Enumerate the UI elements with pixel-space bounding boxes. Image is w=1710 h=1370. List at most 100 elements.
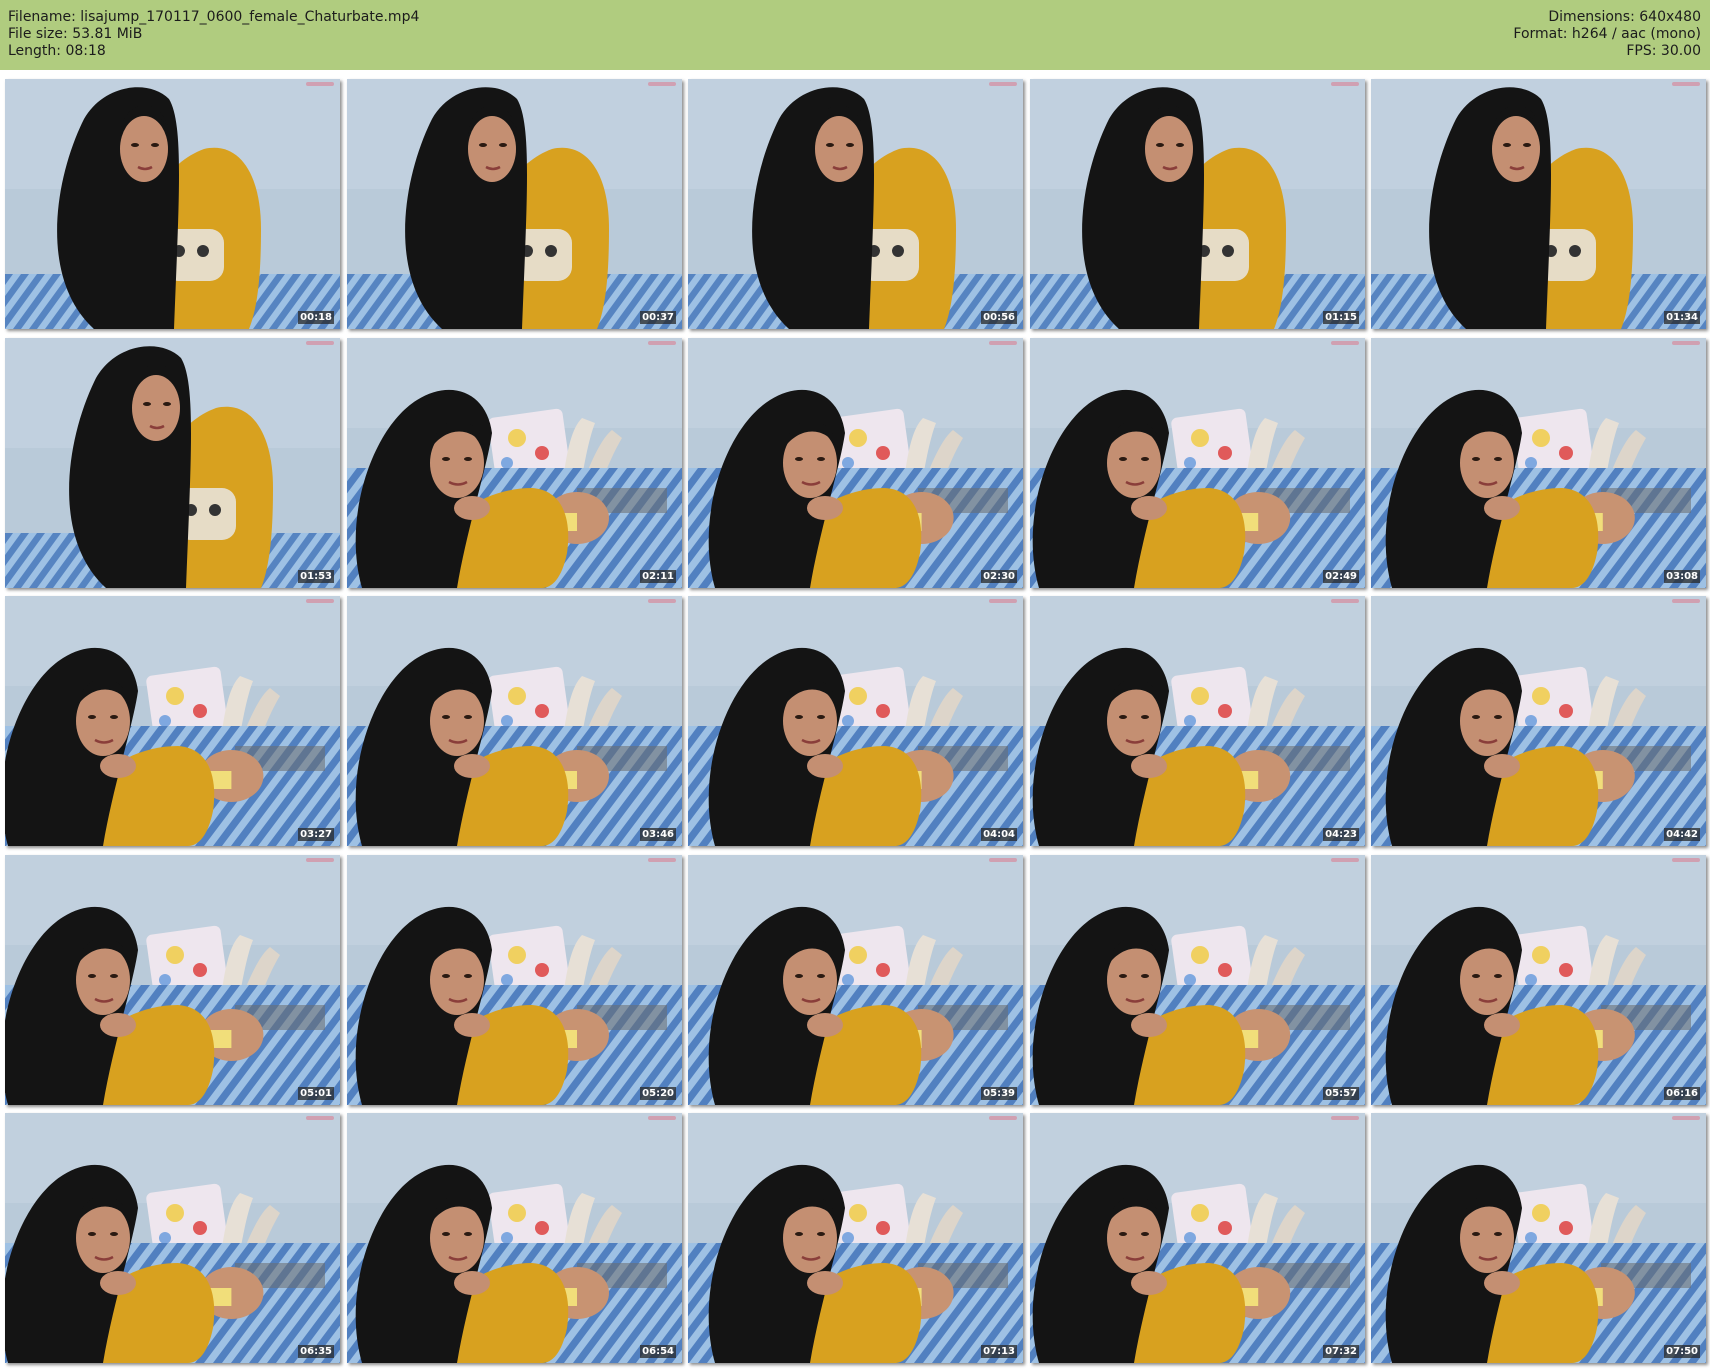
filename-text: Filename: lisajump_170117_0600_female_Ch… bbox=[8, 9, 420, 25]
timestamp-label: 05:01 bbox=[298, 1087, 334, 1100]
video-thumbnail[interactable]: 01:34 bbox=[1371, 79, 1706, 329]
frame-image bbox=[1030, 596, 1365, 846]
video-thumbnail[interactable]: 01:53 bbox=[5, 338, 340, 588]
watermark bbox=[648, 82, 676, 86]
stream-info: Dimensions: 640x480 Format: h264 / aac (… bbox=[1513, 9, 1701, 60]
video-thumbnail[interactable]: 03:46 bbox=[347, 596, 682, 846]
video-thumbnail[interactable]: 02:49 bbox=[1030, 338, 1365, 588]
watermark bbox=[648, 1116, 676, 1120]
timestamp-label: 03:27 bbox=[298, 828, 334, 841]
frame-image bbox=[5, 596, 340, 846]
frame-image bbox=[347, 855, 682, 1105]
video-thumbnail[interactable]: 03:08 bbox=[1371, 338, 1706, 588]
timestamp-label: 07:13 bbox=[981, 1345, 1017, 1358]
filesize-text: File size: 53.81 MiB bbox=[8, 26, 143, 42]
watermark bbox=[1331, 82, 1359, 86]
watermark bbox=[306, 82, 334, 86]
frame-image bbox=[1030, 855, 1365, 1105]
thumbnail-grid: 00:18 00:37 00:56 01:15 01:34 01:53 02:11 02:30… bbox=[5, 79, 1707, 1369]
timestamp-label: 05:57 bbox=[1323, 1087, 1359, 1100]
frame-image bbox=[688, 855, 1023, 1105]
video-thumbnail[interactable]: 01:15 bbox=[1030, 79, 1365, 329]
frame-image bbox=[688, 596, 1023, 846]
frame-image bbox=[5, 855, 340, 1105]
watermark bbox=[306, 599, 334, 603]
frame-image bbox=[688, 1113, 1023, 1363]
video-thumbnail[interactable]: 00:18 bbox=[5, 79, 340, 329]
timestamp-label: 05:20 bbox=[640, 1087, 676, 1100]
fps-text: FPS: 30.00 bbox=[1626, 43, 1701, 59]
timestamp-label: 01:34 bbox=[1664, 311, 1700, 324]
timestamp-label: 06:54 bbox=[640, 1345, 676, 1358]
video-thumbnail[interactable]: 07:50 bbox=[1371, 1113, 1706, 1363]
video-thumbnail[interactable]: 05:39 bbox=[688, 855, 1023, 1105]
frame-image bbox=[1371, 855, 1706, 1105]
frame-image bbox=[5, 79, 340, 329]
video-thumbnail[interactable]: 02:11 bbox=[347, 338, 682, 588]
frame-image bbox=[347, 79, 682, 329]
watermark bbox=[1331, 1116, 1359, 1120]
watermark bbox=[1672, 82, 1700, 86]
video-thumbnail[interactable]: 06:35 bbox=[5, 1113, 340, 1363]
frame-image bbox=[1371, 79, 1706, 329]
frame-image bbox=[347, 596, 682, 846]
watermark bbox=[1672, 1116, 1700, 1120]
timestamp-label: 02:11 bbox=[640, 570, 676, 583]
timestamp-label: 06:16 bbox=[1664, 1087, 1700, 1100]
frame-image bbox=[1371, 596, 1706, 846]
video-thumbnail[interactable]: 05:01 bbox=[5, 855, 340, 1105]
watermark bbox=[306, 341, 334, 345]
timestamp-label: 01:15 bbox=[1323, 311, 1359, 324]
timestamp-label: 02:49 bbox=[1323, 570, 1359, 583]
watermark bbox=[989, 82, 1017, 86]
length-text: Length: 08:18 bbox=[8, 43, 106, 59]
frame-image bbox=[5, 338, 340, 588]
frame-image bbox=[1030, 1113, 1365, 1363]
video-thumbnail[interactable]: 06:54 bbox=[347, 1113, 682, 1363]
frame-image bbox=[347, 1113, 682, 1363]
video-thumbnail[interactable]: 07:13 bbox=[688, 1113, 1023, 1363]
timestamp-label: 03:46 bbox=[640, 828, 676, 841]
watermark bbox=[1672, 341, 1700, 345]
video-thumbnail[interactable]: 06:16 bbox=[1371, 855, 1706, 1105]
watermark bbox=[306, 858, 334, 862]
timestamp-label: 00:56 bbox=[981, 311, 1017, 324]
watermark bbox=[989, 858, 1017, 862]
video-thumbnail[interactable]: 04:23 bbox=[1030, 596, 1365, 846]
info-header: Filename: lisajump_170117_0600_female_Ch… bbox=[0, 0, 1710, 70]
frame-image bbox=[1030, 338, 1365, 588]
timestamp-label: 03:08 bbox=[1664, 570, 1700, 583]
timestamp-label: 05:39 bbox=[981, 1087, 1017, 1100]
video-thumbnail[interactable]: 00:37 bbox=[347, 79, 682, 329]
video-thumbnail[interactable]: 07:32 bbox=[1030, 1113, 1365, 1363]
timestamp-label: 04:23 bbox=[1323, 828, 1359, 841]
format-text: Format: h264 / aac (mono) bbox=[1513, 26, 1701, 42]
video-thumbnail[interactable]: 00:56 bbox=[688, 79, 1023, 329]
timestamp-label: 01:53 bbox=[298, 570, 334, 583]
timestamp-label: 00:18 bbox=[298, 311, 334, 324]
video-thumbnail[interactable]: 04:42 bbox=[1371, 596, 1706, 846]
frame-image bbox=[1371, 1113, 1706, 1363]
video-thumbnail[interactable]: 03:27 bbox=[5, 596, 340, 846]
timestamp-label: 02:30 bbox=[981, 570, 1017, 583]
watermark bbox=[1672, 858, 1700, 862]
frame-image bbox=[5, 1113, 340, 1363]
video-thumbnail[interactable]: 05:20 bbox=[347, 855, 682, 1105]
frame-image bbox=[1371, 338, 1706, 588]
frame-image bbox=[1030, 79, 1365, 329]
watermark bbox=[1331, 341, 1359, 345]
dimensions-text: Dimensions: 640x480 bbox=[1548, 9, 1701, 25]
watermark bbox=[1331, 599, 1359, 603]
video-thumbnail[interactable]: 02:30 bbox=[688, 338, 1023, 588]
video-thumbnail[interactable]: 04:04 bbox=[688, 596, 1023, 846]
watermark bbox=[648, 341, 676, 345]
timestamp-label: 00:37 bbox=[640, 311, 676, 324]
watermark bbox=[1331, 858, 1359, 862]
file-info: Filename: lisajump_170117_0600_female_Ch… bbox=[8, 9, 419, 60]
watermark bbox=[648, 599, 676, 603]
watermark bbox=[648, 858, 676, 862]
video-thumbnail[interactable]: 05:57 bbox=[1030, 855, 1365, 1105]
timestamp-label: 06:35 bbox=[298, 1345, 334, 1358]
timestamp-label: 04:42 bbox=[1664, 828, 1700, 841]
watermark bbox=[989, 1116, 1017, 1120]
